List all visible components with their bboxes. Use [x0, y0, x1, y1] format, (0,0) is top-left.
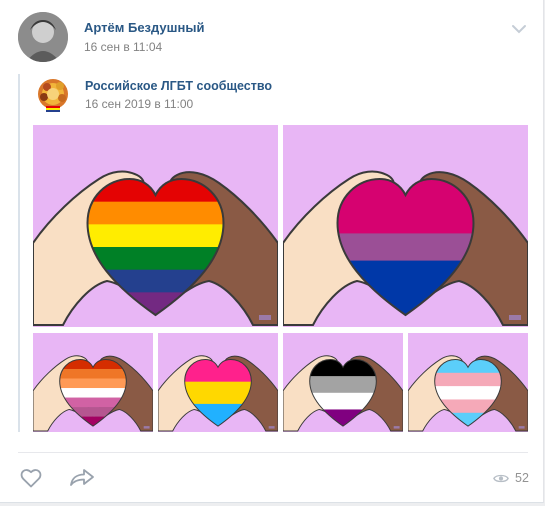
photo-asexual[interactable]: [283, 333, 403, 432]
author-avatar[interactable]: [18, 12, 68, 62]
watermark-mark: [509, 315, 521, 320]
flag-stripe: [87, 224, 224, 248]
rainbow-wreath-logo: [33, 75, 73, 115]
chevron-down-icon[interactable]: [510, 22, 528, 36]
photo-illustration: [283, 125, 528, 327]
watermark-mark: [259, 315, 271, 320]
photo-rainbow[interactable]: [33, 125, 278, 327]
repost-date[interactable]: 16 сен 2019 в 11:00: [85, 97, 193, 111]
avatar-image: [18, 12, 68, 62]
heart-icon: [20, 469, 42, 488]
post-date[interactable]: 16 сен в 11:04: [84, 40, 162, 54]
eye-icon: [493, 474, 509, 482]
repost-group-avatar[interactable]: [33, 75, 73, 115]
flag-stripe: [337, 206, 474, 234]
flag-stripe: [87, 201, 224, 225]
share-arrow-icon: [70, 469, 94, 486]
photo-bisexual[interactable]: [283, 125, 528, 327]
watermark-mark: [518, 426, 525, 429]
flag-stripe: [59, 378, 127, 389]
photo-illustration: [283, 333, 403, 432]
repost-indent-line: [18, 74, 20, 432]
photo-illustration: [33, 125, 278, 327]
watermark-mark: [268, 426, 275, 429]
post-card: Артём Бездушный 16 сен в 11:04 Российско…: [0, 0, 544, 503]
watermark-mark: [143, 426, 150, 429]
watermark-mark: [393, 426, 400, 429]
photo-illustration: [158, 333, 278, 432]
photo-pansexual[interactable]: [158, 333, 278, 432]
author-name[interactable]: Артём Бездушный: [84, 20, 204, 35]
views-counter: 52: [493, 471, 529, 485]
flag-stripe: [59, 368, 127, 379]
views-count: 52: [515, 471, 529, 485]
flag-stripe: [59, 388, 127, 398]
photo-lesbian[interactable]: [33, 333, 153, 432]
flag-stripe: [309, 376, 377, 394]
photo-illustration: [408, 333, 528, 432]
photo-illustration: [33, 333, 153, 432]
flag-stripe: [434, 372, 502, 387]
like-button[interactable]: [19, 466, 43, 490]
footer-divider: [18, 452, 528, 453]
share-button[interactable]: [68, 466, 96, 490]
photo-transgender[interactable]: [408, 333, 528, 432]
repost-group-name[interactable]: Российское ЛГБТ сообщество: [85, 79, 272, 93]
